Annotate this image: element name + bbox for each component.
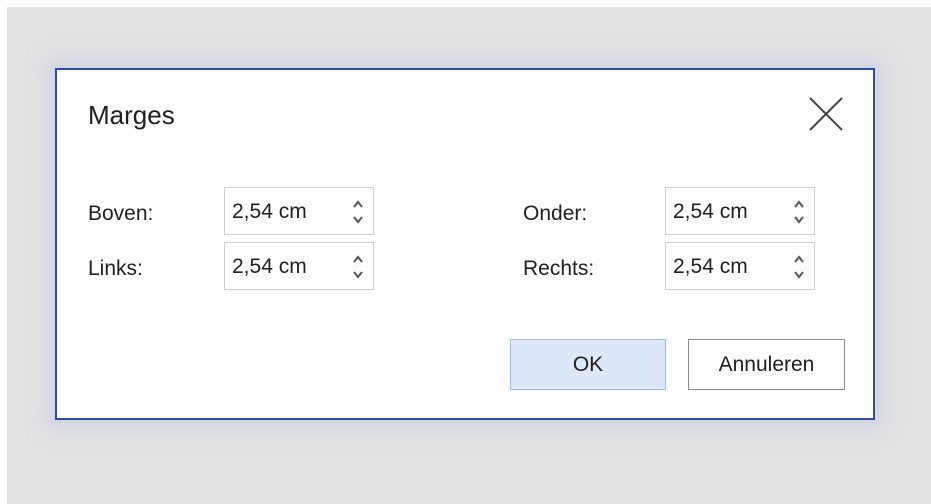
chevron-up-icon[interactable] [792,253,806,265]
top-margin-label: Boven: [88,202,154,225]
left-margin-value[interactable]: 2,54 cm [232,253,307,281]
bottom-margin-spinner[interactable]: 2,54 cm [665,187,815,235]
right-margin-spinner[interactable]: 2,54 cm [665,242,815,290]
bottom-margin-label: Onder: [523,202,588,225]
top-margin-spinner[interactable]: 2,54 cm [224,187,374,235]
chevron-up-icon[interactable] [351,198,365,210]
chevron-down-icon[interactable] [351,214,365,226]
chevron-up-icon[interactable] [792,198,806,210]
left-margin-label: Links: [88,257,143,280]
chevron-down-icon[interactable] [792,269,806,281]
right-margin-value[interactable]: 2,54 cm [673,253,748,281]
chevron-down-icon[interactable] [351,269,365,281]
right-margin-label: Rechts: [523,257,595,280]
top-margin-value[interactable]: 2,54 cm [232,198,307,226]
close-button[interactable] [806,94,846,134]
close-icon [806,94,846,134]
chevron-up-icon[interactable] [351,253,365,265]
chevron-down-icon[interactable] [792,214,806,226]
cancel-button[interactable]: Annuleren [688,339,845,390]
left-margin-spinner[interactable]: 2,54 cm [224,242,374,290]
ok-button[interactable]: OK [510,339,666,390]
dialog-title: Marges [88,100,175,130]
margins-dialog: Marges Boven: 2,54 cm Links: 2,54 cm Ond… [55,68,875,420]
bottom-margin-value[interactable]: 2,54 cm [673,198,748,226]
